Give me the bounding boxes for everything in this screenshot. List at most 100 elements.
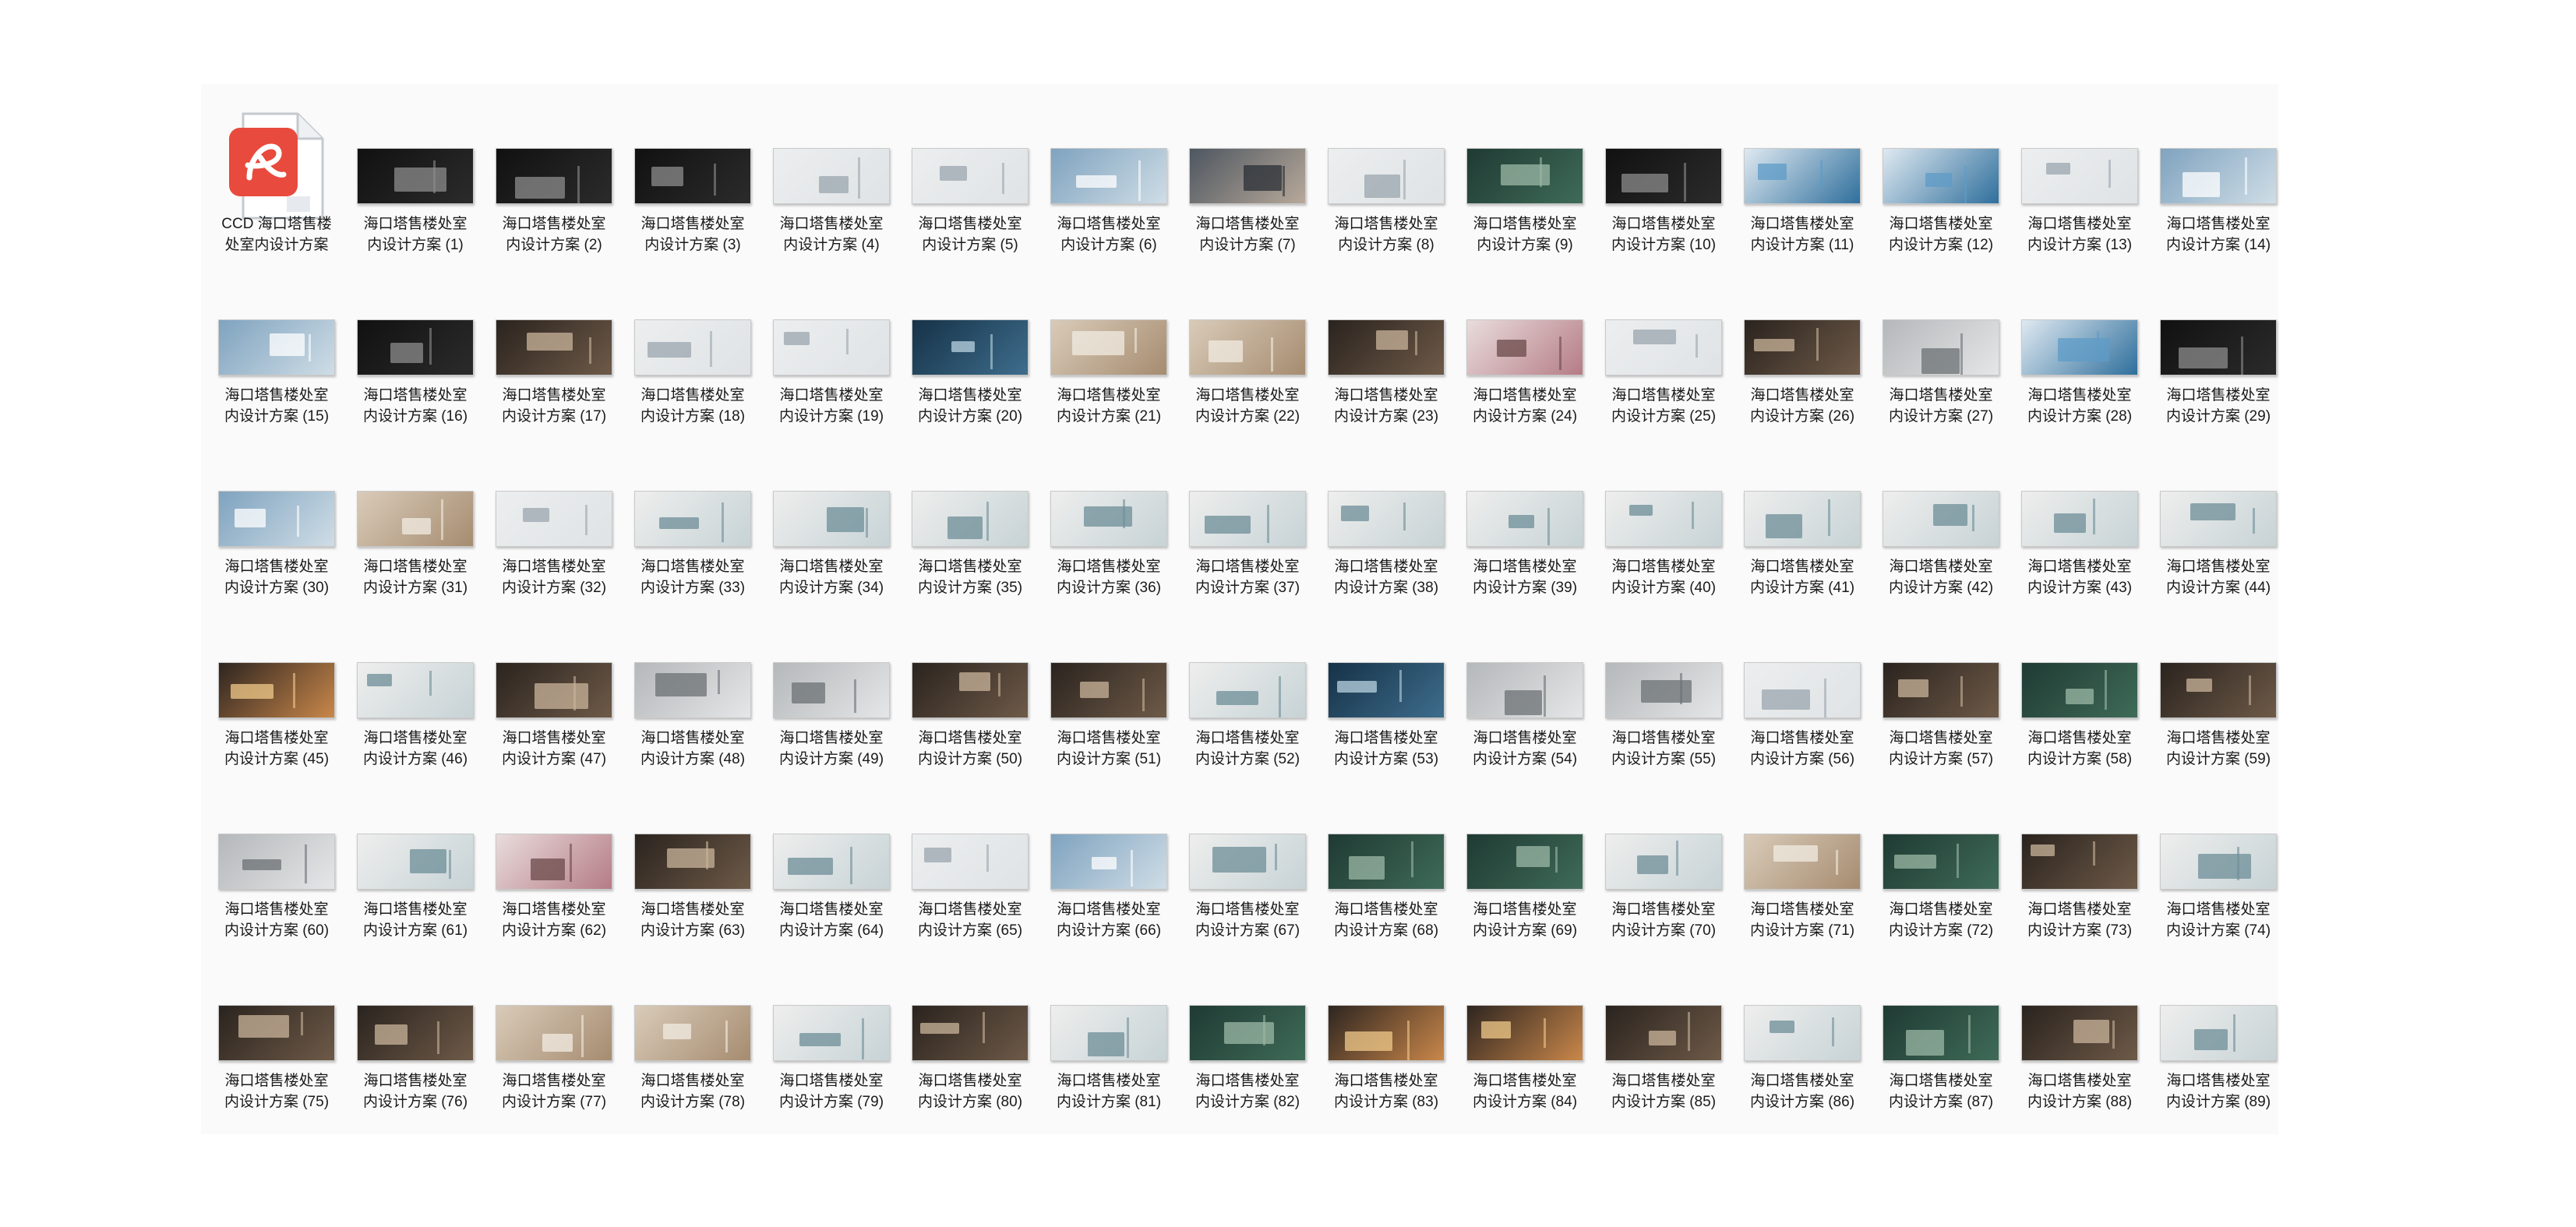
image-file-item[interactable]: 海口塔售楼处室 内设计方案 (52) (1181, 662, 1314, 834)
image-file-item[interactable]: 海口塔售楼处室 内设计方案 (19) (765, 319, 898, 491)
image-file-item[interactable]: 海口塔售楼处室 内设计方案 (77) (488, 1005, 620, 1176)
image-file-item[interactable]: 海口塔售楼处室 内设计方案 (44) (2152, 491, 2285, 662)
thumbnail-detail (947, 517, 983, 539)
image-file-item[interactable]: 海口塔售楼处室 内设计方案 (41) (1736, 491, 1868, 662)
image-file-item[interactable]: 海口塔售楼处室 内设计方案 (23) (1320, 319, 1452, 491)
image-file-item[interactable]: 海口塔售楼处室 内设计方案 (78) (626, 1005, 759, 1176)
image-file-item[interactable]: 海口塔售楼处室 内设计方案 (38) (1320, 491, 1452, 662)
image-file-item[interactable]: 海口塔售楼处室 内设计方案 (85) (1597, 1005, 1730, 1176)
image-file-item[interactable]: 海口塔售楼处室 内设计方案 (89) (2152, 1005, 2285, 1176)
image-file-item[interactable]: 海口塔售楼处室 内设计方案 (14) (2152, 148, 2285, 319)
image-file-item[interactable]: 海口塔售楼处室 内设计方案 (32) (488, 491, 620, 662)
image-file-item[interactable]: 海口塔售楼处室 内设计方案 (58) (2013, 662, 2146, 834)
file-name-line-1: 海口塔售楼处室 (1195, 216, 1300, 232)
image-file-item[interactable]: 海口塔售楼处室 内设计方案 (61) (349, 834, 482, 1005)
image-file-item[interactable]: 海口塔售楼处室 内设计方案 (21) (1043, 319, 1175, 491)
image-file-item[interactable]: 海口塔售楼处室 内设计方案 (79) (765, 1005, 898, 1176)
image-file-item[interactable]: 海口塔售楼处室 内设计方案 (34) (765, 491, 898, 662)
image-file-item[interactable]: 海口塔售楼处室 内设计方案 (9) (1459, 148, 1591, 319)
image-file-item[interactable]: 海口塔售楼处室 内设计方案 (18) (626, 319, 759, 491)
image-file-item[interactable]: 海口塔售楼处室 内设计方案 (11) (1736, 148, 1868, 319)
image-file-item[interactable]: 海口塔售楼处室 内设计方案 (5) (904, 148, 1036, 319)
image-file-item[interactable]: 海口塔售楼处室 内设计方案 (82) (1181, 1005, 1314, 1176)
image-file-item[interactable]: 海口塔售楼处室 内设计方案 (48) (626, 662, 759, 834)
image-file-item[interactable]: 海口塔售楼处室 内设计方案 (81) (1043, 1005, 1175, 1176)
image-file-item[interactable]: 海口塔售楼处室 内设计方案 (65) (904, 834, 1036, 1005)
image-file-item[interactable]: 海口塔售楼处室 内设计方案 (26) (1736, 319, 1868, 491)
image-file-item[interactable]: 海口塔售楼处室 内设计方案 (66) (1043, 834, 1175, 1005)
image-file-item[interactable]: 海口塔售楼处室 内设计方案 (60) (210, 834, 343, 1005)
image-file-item[interactable]: 海口塔售楼处室 内设计方案 (51) (1043, 662, 1175, 834)
file-name-line-1: 海口塔售楼处室 (2027, 216, 2132, 232)
image-file-item[interactable]: 海口塔售楼处室 内设计方案 (37) (1181, 491, 1314, 662)
image-file-item[interactable]: 海口塔售楼处室 内设计方案 (24) (1459, 319, 1591, 491)
thumbnail-detail (1957, 844, 1959, 878)
image-file-item[interactable]: 海口塔售楼处室 内设计方案 (70) (1597, 834, 1730, 1005)
image-file-item[interactable]: 海口塔售楼处室 内设计方案 (3) (626, 148, 759, 319)
file-name-line-1: 海口塔售楼处室 (1334, 387, 1438, 404)
image-file-item[interactable]: 海口塔售楼处室 内设计方案 (47) (488, 662, 620, 834)
image-file-item[interactable]: 海口塔售楼处室 内设计方案 (69) (1459, 834, 1591, 1005)
image-file-item[interactable]: 海口塔售楼处室 内设计方案 (36) (1043, 491, 1175, 662)
image-file-item[interactable]: 海口塔售楼处室 内设计方案 (2) (488, 148, 620, 319)
image-file-item[interactable]: 海口塔售楼处室 内设计方案 (72) (1875, 834, 2007, 1005)
image-file-item[interactable]: 海口塔售楼处室 内设计方案 (42) (1875, 491, 2007, 662)
image-file-item[interactable]: 海口塔售楼处室 内设计方案 (17) (488, 319, 620, 491)
image-file-item[interactable]: 海口塔售楼处室 内设计方案 (33) (626, 491, 759, 662)
image-file-item[interactable]: 海口塔售楼处室 内设计方案 (83) (1320, 1005, 1452, 1176)
pdf-file-item[interactable]: CCD 海口塔售楼 处室内设计方案 (210, 112, 343, 319)
image-file-item[interactable]: 海口塔售楼处室 内设计方案 (10) (1597, 148, 1730, 319)
image-file-item[interactable]: 海口塔售楼处室 内设计方案 (67) (1181, 834, 1314, 1005)
image-file-item[interactable]: 海口塔售楼处室 内设计方案 (68) (1320, 834, 1452, 1005)
image-file-item[interactable]: 海口塔售楼处室 内设计方案 (31) (349, 491, 482, 662)
image-file-item[interactable]: 海口塔售楼处室 内设计方案 (59) (2152, 662, 2285, 834)
image-file-item[interactable]: 海口塔售楼处室 内设计方案 (49) (765, 662, 898, 834)
image-file-item[interactable]: 海口塔售楼处室 内设计方案 (28) (2013, 319, 2146, 491)
image-file-item[interactable]: 海口塔售楼处室 内设计方案 (87) (1875, 1005, 2007, 1176)
image-file-item[interactable]: 海口塔售楼处室 内设计方案 (75) (210, 1005, 343, 1176)
image-file-item[interactable]: 海口塔售楼处室 内设计方案 (76) (349, 1005, 482, 1176)
image-file-item[interactable]: 海口塔售楼处室 内设计方案 (74) (2152, 834, 2285, 1005)
image-file-item[interactable]: 海口塔售楼处室 内设计方案 (86) (1736, 1005, 1868, 1176)
image-file-item[interactable]: 海口塔售楼处室 内设计方案 (13) (2013, 148, 2146, 319)
image-file-item[interactable]: 海口塔售楼处室 内设计方案 (1) (349, 148, 482, 319)
image-file-item[interactable]: 海口塔售楼处室 内设计方案 (6) (1043, 148, 1175, 319)
image-file-item[interactable]: 海口塔售楼处室 内设计方案 (55) (1597, 662, 1730, 834)
image-file-item[interactable]: 海口塔售楼处室 内设计方案 (30) (210, 491, 343, 662)
image-file-item[interactable]: 海口塔售楼处室 内设计方案 (63) (626, 834, 759, 1005)
image-file-item[interactable]: 海口塔售楼处室 内设计方案 (64) (765, 834, 898, 1005)
image-file-item[interactable]: 海口塔售楼处室 内设计方案 (84) (1459, 1005, 1591, 1176)
image-file-item[interactable]: 海口塔售楼处室 内设计方案 (88) (2013, 1005, 2146, 1176)
image-file-item[interactable]: 海口塔售楼处室 内设计方案 (45) (210, 662, 343, 834)
image-file-item[interactable]: 海口塔售楼处室 内设计方案 (57) (1875, 662, 2007, 834)
image-file-item[interactable]: 海口塔售楼处室 内设计方案 (80) (904, 1005, 1036, 1176)
image-file-item[interactable]: 海口塔售楼处室 内设计方案 (12) (1875, 148, 2007, 319)
image-file-item[interactable]: 海口塔售楼处室 内设计方案 (4) (765, 148, 898, 319)
image-file-item[interactable]: 海口塔售楼处室 内设计方案 (35) (904, 491, 1036, 662)
image-file-item[interactable]: 海口塔售楼处室 内设计方案 (54) (1459, 662, 1591, 834)
file-thumbnail (1744, 491, 1861, 547)
file-name-label: 海口塔售楼处室 内设计方案 (8) (1320, 213, 1452, 256)
image-file-item[interactable]: 海口塔售楼处室 内设计方案 (29) (2152, 319, 2285, 491)
image-file-item[interactable]: 海口塔售楼处室 内设计方案 (39) (1459, 491, 1591, 662)
image-file-item[interactable]: 海口塔售楼处室 内设计方案 (27) (1875, 319, 2007, 491)
image-file-item[interactable]: 海口塔售楼处室 内设计方案 (46) (349, 662, 482, 834)
image-file-item[interactable]: 海口塔售楼处室 内设计方案 (15) (210, 319, 343, 491)
image-file-item[interactable]: 海口塔售楼处室 内设计方案 (8) (1320, 148, 1452, 319)
image-file-item[interactable]: 海口塔售楼处室 内设计方案 (73) (2013, 834, 2146, 1005)
image-file-item[interactable]: 海口塔售楼处室 内设计方案 (40) (1597, 491, 1730, 662)
image-file-item[interactable]: 海口塔售楼处室 内设计方案 (20) (904, 319, 1036, 491)
image-file-item[interactable]: 海口塔售楼处室 内设计方案 (62) (488, 834, 620, 1005)
file-name-line-1: 海口塔售楼处室 (502, 559, 606, 575)
image-file-item[interactable]: 海口塔售楼处室 内设计方案 (25) (1597, 319, 1730, 491)
thumbnail-detail (1364, 175, 1400, 198)
image-file-item[interactable]: 海口塔售楼处室 内设计方案 (22) (1181, 319, 1314, 491)
image-file-item[interactable]: 海口塔售楼处室 内设计方案 (50) (904, 662, 1036, 834)
image-file-item[interactable]: 海口塔售楼处室 内设计方案 (56) (1736, 662, 1868, 834)
image-file-item[interactable]: 海口塔售楼处室 内设计方案 (43) (2013, 491, 2146, 662)
image-file-item[interactable]: 海口塔售楼处室 内设计方案 (71) (1736, 834, 1868, 1005)
image-file-item[interactable]: 海口塔售楼处室 内设计方案 (7) (1181, 148, 1314, 319)
image-file-item[interactable]: 海口塔售楼处室 内设计方案 (16) (349, 319, 482, 491)
file-name-line-1: 海口塔售楼处室 (1889, 387, 1993, 404)
image-file-item[interactable]: 海口塔售楼处室 内设计方案 (53) (1320, 662, 1452, 834)
